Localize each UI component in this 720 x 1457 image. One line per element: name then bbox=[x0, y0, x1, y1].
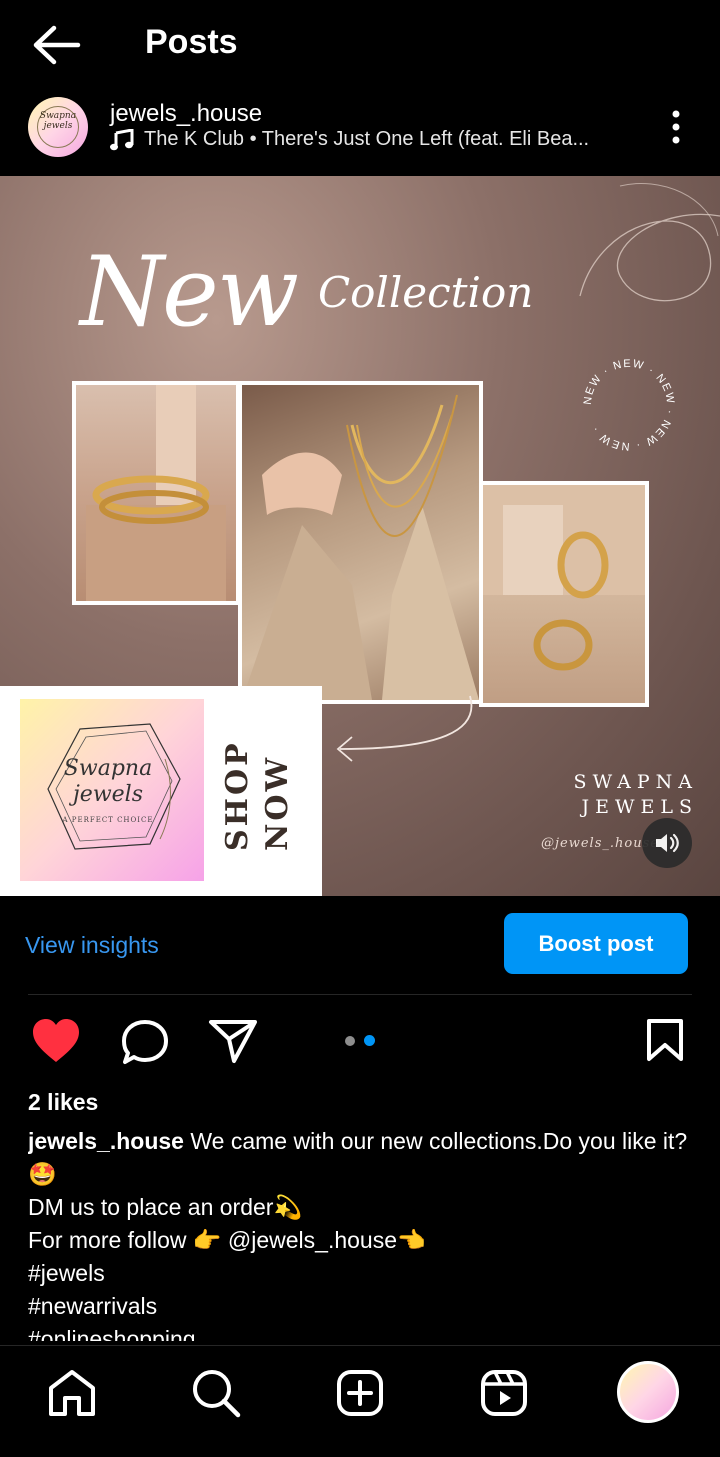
shop-now-text: SHOP NOW bbox=[220, 741, 295, 851]
svg-text:NOW: NOW bbox=[260, 755, 295, 851]
divider bbox=[28, 994, 692, 995]
brand-name: SWAPNA JEWELS bbox=[574, 770, 698, 820]
mute-toggle-button[interactable] bbox=[642, 818, 692, 868]
necklace-illustration bbox=[242, 394, 479, 700]
caption-username[interactable]: jewels_.house bbox=[28, 1128, 184, 1154]
post-caption: jewels_.house We came with our new colle… bbox=[28, 1125, 688, 1341]
avatar[interactable]: Swapna jewels bbox=[28, 97, 88, 157]
brand-line-2: JEWELS bbox=[581, 796, 698, 818]
hashtag-link[interactable]: #onlineshopping bbox=[28, 1323, 688, 1341]
plus-square-icon[interactable] bbox=[335, 1368, 385, 1418]
post-image[interactable]: New Collection NEW · NEW · NEW · NEW · N… bbox=[0, 176, 720, 896]
profile-avatar[interactable] bbox=[617, 1361, 679, 1423]
likes-count[interactable]: 2 likes bbox=[28, 1089, 98, 1116]
necklace-photo bbox=[238, 381, 483, 704]
avatar-logo-text: Swapna jewels bbox=[39, 111, 77, 131]
decorative-arrow bbox=[336, 695, 473, 762]
bracelet-photo bbox=[72, 381, 240, 605]
search-icon[interactable] bbox=[191, 1368, 241, 1418]
bookmark-icon[interactable] bbox=[644, 1018, 686, 1062]
reels-icon[interactable] bbox=[479, 1368, 529, 1418]
carousel-dot bbox=[345, 1036, 355, 1046]
earrings-photo bbox=[479, 481, 649, 707]
caption-line: For more follow 👉 @jewels_.house👈 bbox=[28, 1227, 426, 1253]
send-icon[interactable] bbox=[208, 1018, 258, 1064]
brand-line-1: SWAPNA bbox=[573, 771, 698, 793]
image-subheadline: Collection bbox=[318, 268, 534, 317]
carousel-dot-active bbox=[364, 1035, 375, 1046]
heart-filled-icon[interactable] bbox=[31, 1018, 81, 1064]
home-icon[interactable] bbox=[47, 1368, 97, 1418]
earrings-illustration bbox=[483, 485, 645, 671]
page-title: Posts bbox=[145, 23, 238, 61]
bottom-navigation bbox=[0, 1345, 720, 1457]
arrow-left-icon[interactable] bbox=[30, 24, 82, 66]
new-badge: NEW · NEW · NEW · NEW · NEW · bbox=[582, 358, 677, 452]
music-note-icon bbox=[110, 128, 134, 150]
hashtag-link[interactable]: #jewels bbox=[28, 1257, 688, 1290]
post-username[interactable]: jewels_.house bbox=[110, 100, 262, 128]
boost-post-button[interactable]: Boost post bbox=[504, 913, 688, 974]
more-vertical-icon[interactable] bbox=[664, 108, 688, 146]
svg-text:NEW · NEW · NEW · NEW · NEW ·: NEW · NEW · NEW · NEW · NEW · bbox=[582, 358, 677, 452]
bracelet-illustration bbox=[86, 385, 226, 601]
speaker-icon bbox=[656, 833, 679, 853]
logo-tagline: A PERFECT CHOICE bbox=[62, 816, 154, 824]
comment-icon[interactable] bbox=[120, 1018, 170, 1066]
decorative-swirl bbox=[579, 182, 720, 302]
svg-text:SHOP: SHOP bbox=[220, 741, 255, 851]
top-bar: Posts bbox=[0, 0, 720, 88]
caption-line: jewels_.house We came with our new colle… bbox=[28, 1125, 688, 1191]
post-author-row: Swapna jewels jewels_.house The K Club •… bbox=[0, 88, 720, 176]
audio-attribution[interactable]: The K Club • There's Just One Left (feat… bbox=[110, 128, 630, 151]
audio-title: The K Club • There's Just One Left (feat… bbox=[144, 128, 590, 150]
insights-row: View insights Boost post bbox=[0, 896, 720, 996]
view-insights-link[interactable]: View insights bbox=[25, 932, 159, 959]
logo-script-text: Swapna jewels bbox=[63, 756, 153, 807]
caption-line: DM us to place an order💫 bbox=[28, 1194, 303, 1220]
hashtag-link[interactable]: #newarrivals bbox=[28, 1290, 688, 1323]
image-headline: New bbox=[80, 236, 299, 348]
post-actions bbox=[0, 1010, 720, 1074]
carousel-indicator bbox=[345, 1035, 377, 1047]
